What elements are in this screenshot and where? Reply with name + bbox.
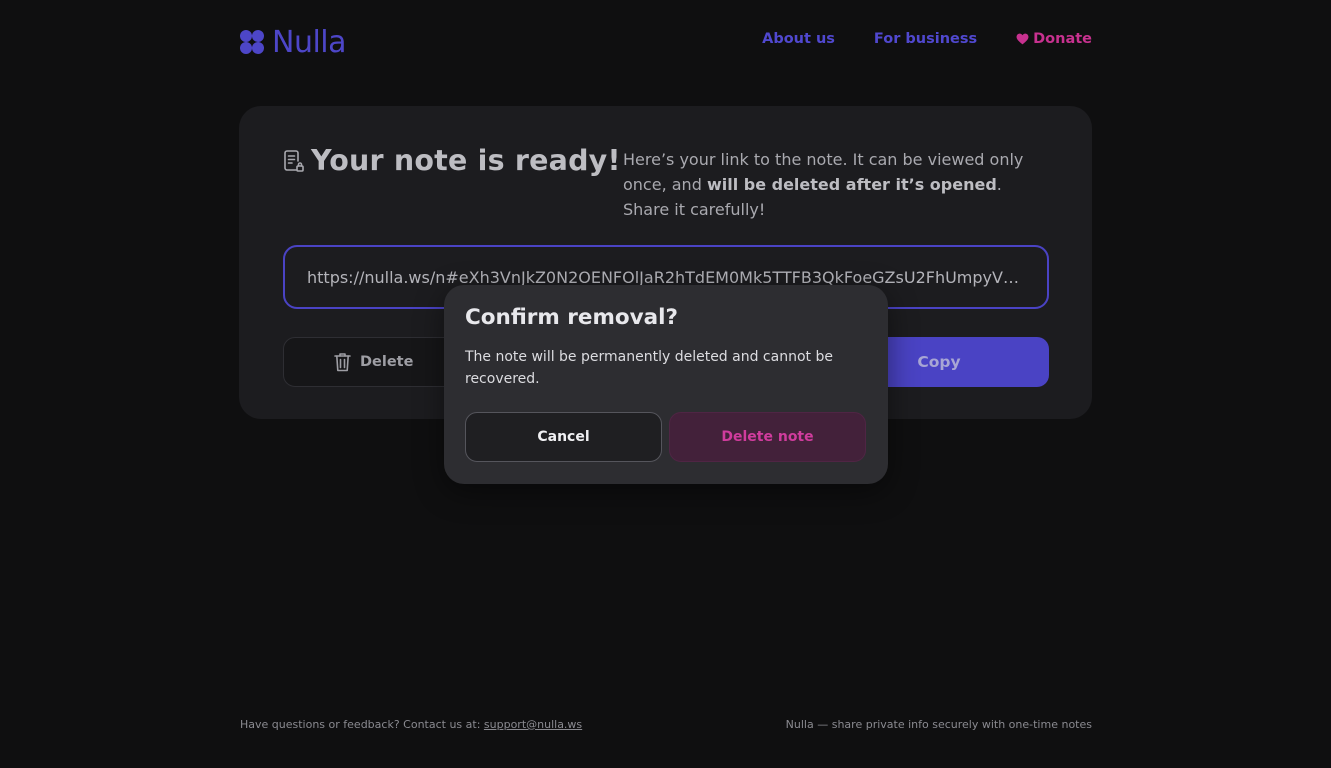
delete-button-label: Delete — [360, 354, 414, 370]
delete-note-button[interactable]: Delete note — [669, 412, 866, 462]
card-description: Here’s your link to the note. It can be … — [623, 147, 1053, 222]
note-link-text: https://nulla.ws/n#eXh3VnJkZ0N2OENFOlJaR… — [307, 267, 1025, 287]
logo-link[interactable]: Nulla — [239, 24, 347, 60]
donate-label: Donate — [1033, 31, 1092, 47]
footer-tagline: Nulla — share private info securely with… — [785, 718, 1092, 731]
page-title: Your note is ready! — [311, 144, 621, 177]
note-lock-icon — [284, 149, 304, 172]
cancel-button[interactable]: Cancel — [465, 412, 662, 462]
footer-contact: Have questions or feedback? Contact us a… — [240, 718, 582, 731]
confirm-removal-dialog: Confirm removal? The note will be perman… — [444, 285, 888, 484]
dialog-title: Confirm removal? — [465, 305, 679, 330]
footer-contact-text: Have questions or feedback? Contact us a… — [240, 718, 484, 731]
logo-text: Nulla — [272, 24, 347, 60]
heart-icon — [1016, 33, 1029, 45]
four-dots-logo-icon — [240, 30, 264, 54]
site-header: Nulla About us For business Donate — [0, 0, 1331, 84]
card-title: Your note is ready! — [283, 144, 621, 177]
trash-icon — [334, 353, 351, 372]
copy-button-label: Copy — [917, 353, 961, 371]
desc-bold: will be deleted after it’s opened — [706, 175, 997, 194]
nav-business-link[interactable]: For business — [874, 31, 977, 47]
support-email-link[interactable]: support@nulla.ws — [484, 718, 582, 731]
dialog-message: The note will be permanently deleted and… — [465, 349, 833, 387]
main-nav: About us For business Donate — [723, 31, 1092, 47]
nav-donate-link[interactable]: Donate — [1016, 31, 1092, 47]
nav-about-link[interactable]: About us — [762, 31, 835, 47]
